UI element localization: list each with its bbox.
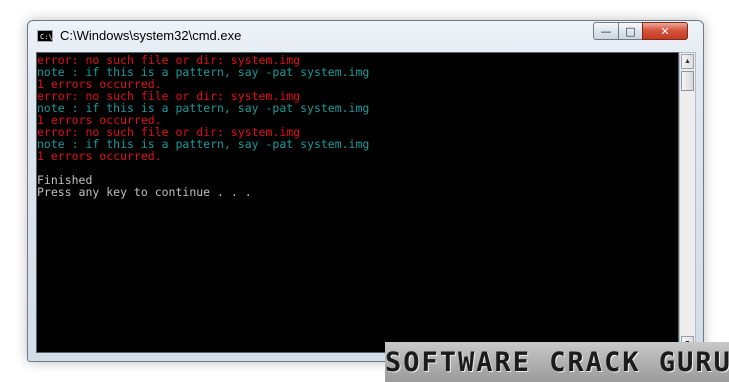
console-line: Press any key to continue . . . (37, 185, 252, 199)
watermark-logo: SOFTWARE CRACK GURU (385, 342, 729, 382)
title-bar[interactable]: C:\ C:\Windows\system32\cmd.exe — □ ✕ (28, 21, 703, 51)
maximize-button[interactable]: □ (618, 22, 643, 40)
minimize-button[interactable]: — (593, 22, 619, 40)
close-button[interactable]: ✕ (642, 22, 688, 40)
vertical-scrollbar[interactable]: ▲ ▼ (679, 52, 696, 353)
console-output[interactable]: error: no such file or dir: system.img no… (36, 52, 679, 353)
cmd-app-icon[interactable]: C:\ (37, 30, 53, 42)
scroll-up-icon[interactable]: ▲ (681, 54, 694, 69)
scrollbar-thumb[interactable] (681, 71, 694, 91)
cmd-window: C:\ C:\Windows\system32\cmd.exe — □ ✕ er… (27, 20, 704, 362)
console-line: 1 errors occurred. (37, 149, 162, 163)
window-title: C:\Windows\system32\cmd.exe (60, 28, 242, 43)
